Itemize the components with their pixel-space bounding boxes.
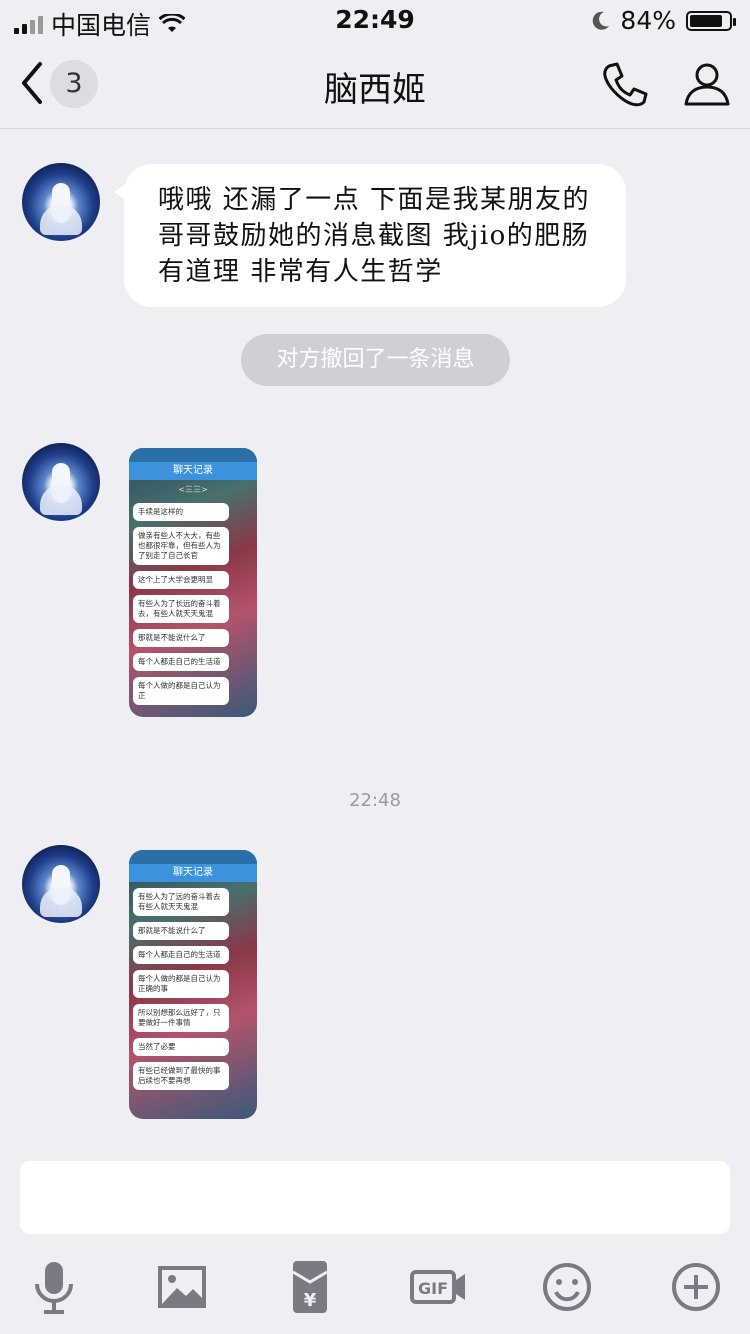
sender-avatar[interactable]	[22, 443, 100, 521]
thumbnail-subtitle: <三三>	[178, 485, 208, 494]
profile-icon[interactable]	[682, 60, 732, 110]
thumbnail-message: 每个人做的都是自己认为正确的事	[133, 970, 229, 998]
thumbnail-message: 手续是这样的	[133, 503, 229, 521]
thumbnail-status-bar	[129, 448, 257, 462]
svg-text:¥: ¥	[304, 1290, 317, 1311]
thumbnail-message: 有些人为了远的奋斗着去有些人就天天鬼混	[133, 888, 229, 916]
battery-icon	[686, 10, 736, 31]
status-bar: 中国电信 22:49 84%	[0, 0, 750, 40]
battery-percent: 84%	[620, 6, 676, 35]
thumbnail-message: 那就是不能说什么了	[133, 922, 229, 940]
thumbnail-message: 有些已经做到了最快的事后续也不要再想	[133, 1062, 229, 1090]
thumbnail-message: 每个人都走自己的生活道	[133, 946, 229, 964]
image-icon[interactable]	[151, 1256, 213, 1318]
chat-toolbar: ¥ GIF	[0, 1246, 750, 1326]
sender-avatar[interactable]	[22, 163, 100, 241]
thumbnail-message: 那就是不能说什么了	[133, 629, 229, 647]
thumbnail-message: 每个人做的都是自己认为正	[133, 677, 229, 705]
red-packet-icon[interactable]: ¥	[279, 1256, 341, 1318]
message-text: 哦哦 还漏了一点 下面是我某朋友的哥哥鼓励她的消息截图 我jio的肥肠有道理 非…	[158, 185, 591, 287]
thumbnail-message: 做亲有些人不大大，有些也都很牢靠，但有些人为了别走了自己长官	[133, 527, 229, 565]
message-input[interactable]	[20, 1161, 730, 1234]
sender-avatar[interactable]	[22, 845, 100, 923]
thumbnail-status-bar	[129, 850, 257, 864]
emoji-icon[interactable]	[536, 1256, 598, 1318]
text-message-bubble[interactable]: 哦哦 还漏了一点 下面是我某朋友的哥哥鼓励她的消息截图 我jio的肥肠有道理 非…	[114, 164, 626, 307]
svg-text:GIF: GIF	[418, 1279, 448, 1298]
thumbnail-message: 这个上了大学会更明显	[133, 571, 229, 589]
message-timestamp: 22:48	[349, 790, 401, 811]
battery-fill	[690, 14, 722, 27]
thumbnail-message: 当然了必要	[133, 1038, 229, 1056]
thumbnail-message: 所以别想那么远好了，只要做好一件事情	[133, 1004, 229, 1032]
microphone-icon[interactable]	[23, 1256, 85, 1318]
image-message-thumbnail[interactable]: 聊天记录 <三三> 手续是这样的 做亲有些人不大大，有些也都很牢靠，但有些人为了…	[129, 448, 257, 717]
thumbnail-header: 聊天记录	[129, 462, 257, 480]
thumbnail-message: 有些人为了长远的奋斗着去，有些人就天天鬼混	[133, 595, 229, 623]
gif-icon[interactable]: GIF	[407, 1256, 469, 1318]
thumbnail-message: 每个人都走自己的生活道	[133, 653, 229, 671]
chat-header: 3 脑西姬	[0, 40, 750, 129]
phone-icon[interactable]	[600, 60, 650, 110]
moon-icon	[593, 11, 610, 30]
image-message-thumbnail[interactable]: 聊天记录 有些人为了远的奋斗着去有些人就天天鬼混 那就是不能说什么了 每个人都走…	[129, 850, 257, 1119]
thumbnail-header: 聊天记录	[129, 864, 257, 882]
plus-icon[interactable]	[665, 1256, 727, 1318]
recall-notice: 对方撤回了一条消息	[241, 334, 510, 386]
